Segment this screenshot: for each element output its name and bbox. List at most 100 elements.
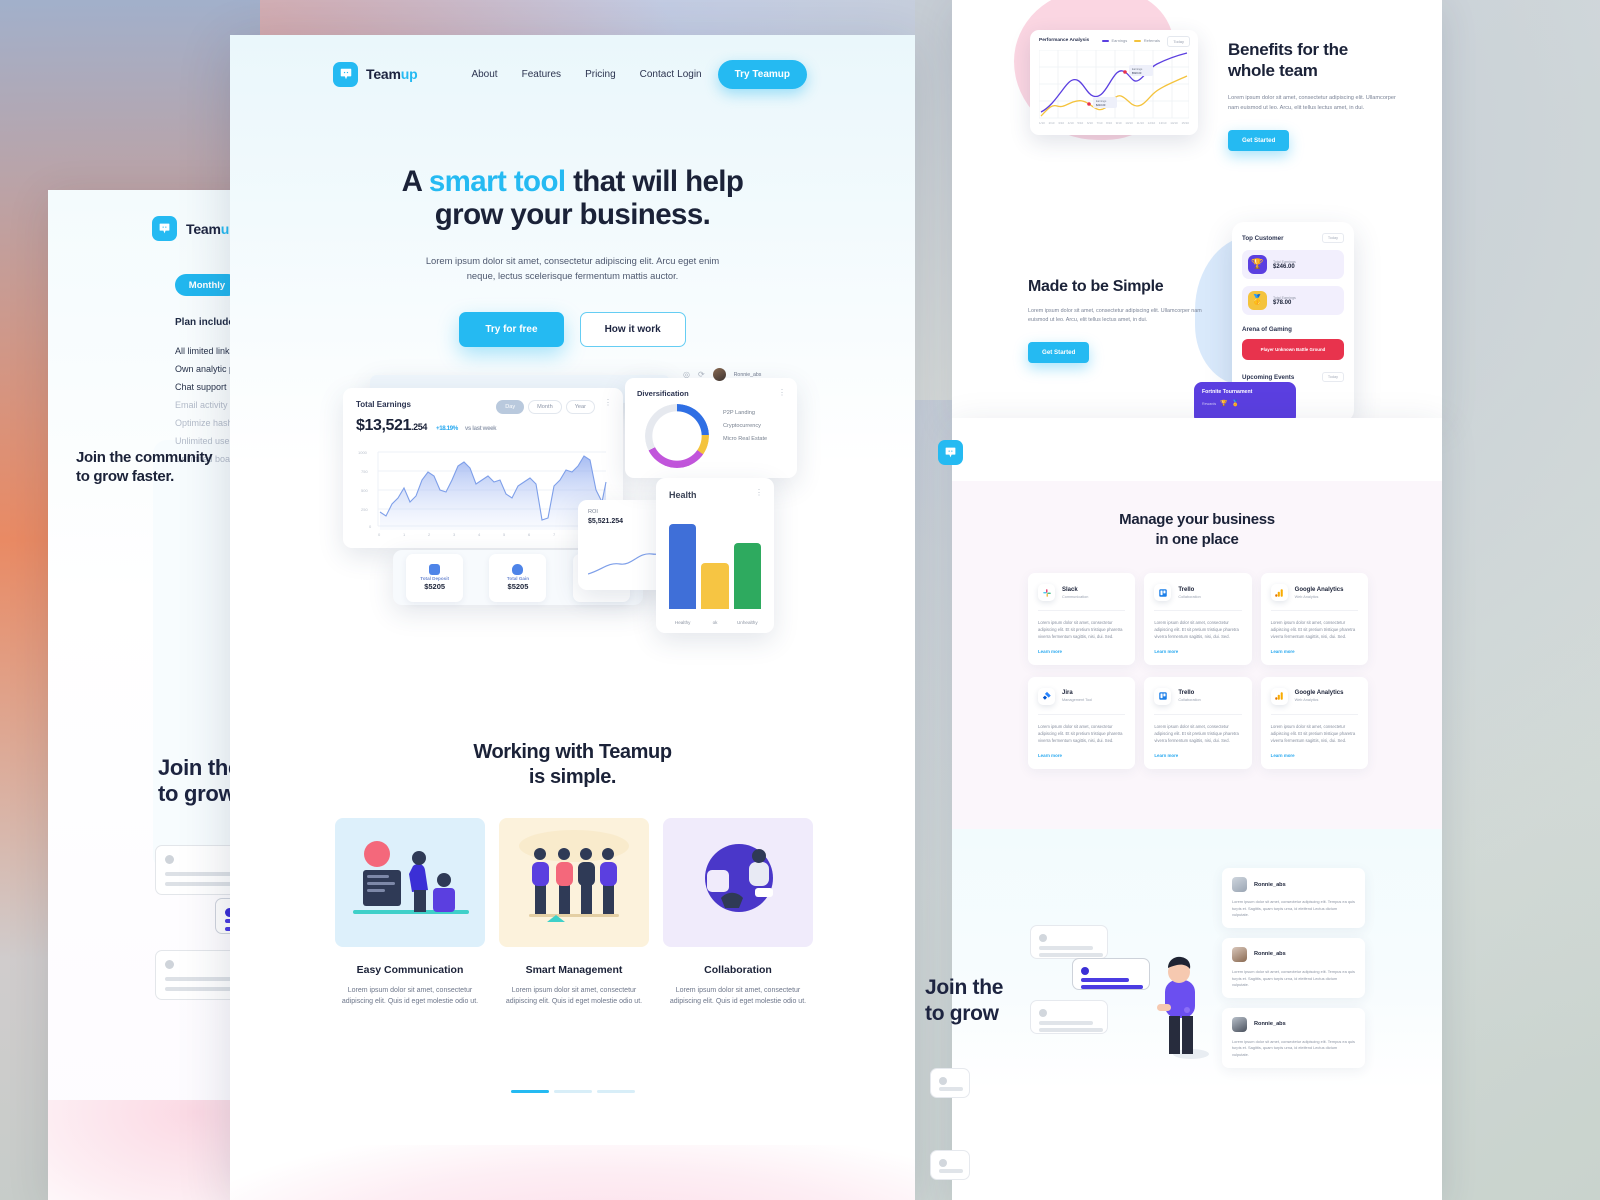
benefits-text-block: Benefits for the whole team Lorem ipsum … (1228, 40, 1408, 151)
top-customer-title: Top Customer (1242, 234, 1284, 242)
upcoming-events-title: Upcoming Events (1242, 373, 1295, 381)
hero-section: A smart tool that will help grow your bu… (230, 165, 915, 347)
tool-subtitle: Collaboration (1178, 698, 1201, 703)
tool-card-trello-2[interactable]: Trello Collaboration Lorem ipsum dolor si… (1144, 676, 1252, 769)
avatar[interactable] (712, 368, 726, 381)
learn-more-link[interactable]: Learn more (1271, 753, 1358, 758)
learn-more-link[interactable]: Learn more (1038, 753, 1125, 758)
learn-more-link[interactable]: Learn more (1154, 649, 1241, 654)
testimonial-name: Ronnie_abs (1254, 1021, 1286, 1028)
trophy-icon: 🏆 (1248, 255, 1267, 274)
tool-name: Jira (1062, 690, 1073, 697)
testimonial-text: Lorem ipsum dolor sit amet, consectetur … (1232, 899, 1355, 918)
earnings-change-note: vs last week (464, 425, 497, 432)
how-it-work-button[interactable]: How it work (579, 311, 686, 347)
stat-label: Total Gain (506, 576, 530, 581)
svg-text:500: 500 (361, 488, 368, 493)
top-customer-filter[interactable]: Today (1321, 233, 1344, 243)
trello-icon (1154, 584, 1172, 601)
health-title: Health (669, 490, 697, 500)
plan-feature-2: Chat support (175, 382, 227, 392)
carousel-dot-2[interactable] (553, 1090, 592, 1093)
trello-icon (1154, 687, 1172, 705)
manage-heading-line2: in one place (1155, 530, 1239, 548)
hero-title-part1: A (401, 165, 429, 198)
health-more-icon[interactable]: ⋮ (755, 489, 763, 497)
features-row: Easy Communication Lorem ipsum dolor sit… (335, 818, 813, 1008)
feature-illustration (499, 818, 649, 947)
learn-more-link[interactable]: Learn more (1271, 649, 1358, 654)
chat-bubble-edge-2 (930, 1150, 970, 1180)
carousel-dot-1[interactable] (510, 1090, 549, 1093)
nav-item-about[interactable]: About (471, 69, 497, 80)
arena-section: Arena of Gaming Player Unknown Battle Gr… (1242, 326, 1344, 360)
login-link[interactable]: Login (677, 69, 701, 80)
nav-item-features[interactable]: Features (522, 69, 561, 80)
benefits-title-line1: Benefits for the (1228, 40, 1348, 59)
nav-item-pricing[interactable]: Pricing (585, 69, 616, 80)
performance-x-axis: 1/10 2/10 3/10 4/10 5/10 6/10 7/10 8/10 9/10 1… (1039, 121, 1189, 125)
health-bar-chart (669, 517, 761, 609)
arena-title: Arena of Gaming (1242, 326, 1292, 333)
try-for-free-button[interactable]: Try for free (459, 311, 564, 347)
benefits-text: Lorem ipsum dolor sit amet, consectetur … (1228, 95, 1396, 112)
plan-feature-0: All limited links (175, 346, 235, 356)
tool-text: Lorem ipsum dolor sit amet, consectetur … (1270, 620, 1356, 639)
health-bar-labels: Healthy ok Unhealthy (669, 620, 761, 625)
help-icon[interactable]: ◎ (683, 370, 690, 379)
refresh-icon[interactable]: ⟳ (698, 370, 705, 379)
teamup-logo-icon (938, 440, 963, 465)
benefits-title-line2: whole team (1228, 60, 1318, 80)
testimonial-name: Ronnie_abs (1254, 881, 1286, 888)
tool-card-slack[interactable]: Slack Communication Lorem ipsum dolor sit… (1028, 573, 1136, 665)
feature-card-collaboration: Collaboration Lorem ipsum dolor sit amet… (663, 818, 813, 1008)
simple-get-started-button[interactable]: Get Started (1028, 341, 1090, 363)
earnings-more-icon[interactable]: ⋮ (604, 399, 612, 407)
health-bar-healthy (669, 524, 697, 609)
carousel-dot-3[interactable] (596, 1090, 635, 1093)
brand-logo[interactable]: Teamup (333, 61, 418, 87)
segment-day[interactable]: Day (496, 400, 525, 414)
svg-text:0: 0 (369, 524, 372, 529)
feature-card-easy-communication: Easy Communication Lorem ipsum dolor sit… (335, 818, 485, 1008)
stat-value: $5205 (507, 582, 529, 591)
top-navigation: Teamup About Features Pricing Contact Lo… (230, 35, 915, 113)
svg-text:750: 750 (361, 469, 368, 474)
tool-card-google-analytics[interactable]: Google Analytics Web Analytics Lorem ipsu… (1260, 573, 1368, 665)
try-teamup-button[interactable]: Try Teamup (717, 59, 807, 89)
svg-text:1: 1 (403, 532, 406, 537)
performance-line-chart: Earnings $520.00 Earnings $210.00 (1039, 50, 1189, 119)
health-bar-unhealthy (733, 542, 761, 609)
join-line-1: Join the (158, 755, 240, 780)
benefits-get-started-button[interactable]: Get Started (1228, 129, 1290, 151)
earnings-change: +18.19% (436, 425, 458, 432)
segment-month[interactable]: Month (528, 400, 562, 414)
learn-more-link[interactable]: Learn more (1154, 753, 1241, 758)
edge-join-line1: Join the (925, 976, 1004, 999)
nav-item-contact[interactable]: Contact (640, 69, 674, 80)
nav-links: About Features Pricing Contact (471, 69, 674, 80)
diversification-donut-chart (645, 404, 709, 468)
features-heading-line2: is simple. (528, 766, 617, 788)
teamup-logo-icon (152, 216, 177, 241)
person-illustration (1157, 956, 1209, 1059)
svg-text:$520.00: $520.00 (1132, 71, 1142, 75)
feature-title: Easy Communication (356, 964, 464, 976)
tool-card-trello[interactable]: Trello Collaboration Lorem ipsum dolor si… (1144, 573, 1252, 665)
hero-subtitle: Lorem ipsum dolor sit amet, consectetur … (425, 255, 720, 282)
performance-filter-select[interactable]: Today (1167, 36, 1190, 47)
pricing-panel-join-heading: Join the to grow (158, 755, 240, 808)
feature-illustration (335, 818, 485, 947)
tool-card-google-analytics-2[interactable]: Google Analytics Web Analytics Lorem ipsu… (1260, 676, 1368, 769)
pubg-button[interactable]: Player Unknown Battle Ground (1242, 339, 1344, 360)
testimonial-card-3: Ronnie_abs Lorem ipsum dolor sit amet, c… (1222, 1007, 1365, 1068)
learn-more-link[interactable]: Learn more (1038, 649, 1125, 654)
diversification-more-icon[interactable]: ⋮ (778, 389, 786, 397)
segment-year[interactable]: Year (565, 400, 595, 414)
svg-text:5: 5 (503, 532, 506, 537)
stat-total-gain: Total Gain $5205 (489, 553, 547, 602)
tool-card-jira[interactable]: Jira Management Tool Lorem ipsum dolor si… (1028, 676, 1136, 769)
events-filter[interactable]: Today (1321, 372, 1344, 382)
tool-name: Trello (1178, 586, 1195, 593)
svg-text:3: 3 (453, 532, 456, 537)
